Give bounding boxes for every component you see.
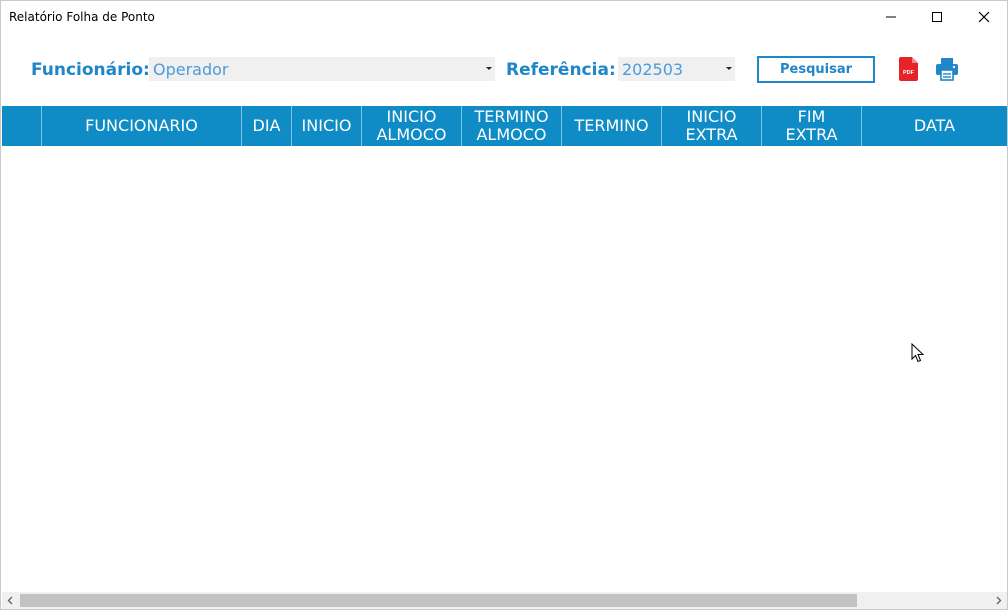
maximize-icon bbox=[932, 12, 942, 22]
referencia-label: Referência: bbox=[506, 60, 616, 80]
close-icon bbox=[978, 11, 990, 23]
column-header-termino[interactable]: TERMINO bbox=[562, 106, 662, 146]
referencia-value: 202503 bbox=[622, 60, 684, 79]
column-header-inicio-almoco[interactable]: INICIO ALMOCO bbox=[362, 106, 462, 146]
minimize-icon bbox=[886, 16, 896, 18]
column-header-row-selector[interactable] bbox=[2, 106, 42, 146]
column-header-dia[interactable]: DIA bbox=[242, 106, 292, 146]
funcionario-select[interactable]: Operador bbox=[149, 57, 495, 81]
column-header-data[interactable]: DATA bbox=[862, 106, 1007, 146]
funcionario-label: Funcionário: bbox=[31, 60, 150, 80]
title-bar[interactable]: Relatório Folha de Ponto bbox=[1, 1, 1007, 32]
grid-body[interactable] bbox=[2, 146, 1007, 592]
scroll-left-button[interactable] bbox=[2, 592, 19, 609]
grid-header: FUNCIONARIO DIA INICIO INICIO ALMOCO TER… bbox=[2, 106, 1007, 146]
report-window: Relatório Folha de Ponto Funcionário: Op… bbox=[0, 0, 1008, 610]
column-header-inicio-extra[interactable]: INICIO EXTRA bbox=[662, 106, 762, 146]
pdf-icon-text: PDF bbox=[903, 70, 915, 76]
referencia-select[interactable]: 202503 bbox=[618, 57, 735, 81]
scroll-thumb[interactable] bbox=[20, 594, 857, 607]
column-header-fim-extra[interactable]: FIM EXTRA bbox=[762, 106, 862, 146]
printer-icon[interactable] bbox=[935, 57, 959, 81]
minimize-button[interactable] bbox=[868, 1, 914, 32]
chevron-left-icon bbox=[7, 596, 13, 605]
chevron-right-icon bbox=[996, 596, 1002, 605]
pdf-icon[interactable]: PDF bbox=[899, 57, 919, 81]
search-button[interactable]: Pesquisar bbox=[757, 56, 875, 83]
chevron-down-icon[interactable] bbox=[726, 67, 732, 70]
scroll-right-button[interactable] bbox=[990, 592, 1007, 609]
window-title: Relatório Folha de Ponto bbox=[9, 10, 155, 24]
maximize-button[interactable] bbox=[914, 1, 960, 32]
close-button[interactable] bbox=[961, 1, 1007, 32]
column-header-funcionario[interactable]: FUNCIONARIO bbox=[42, 106, 242, 146]
funcionario-value: Operador bbox=[153, 60, 229, 79]
column-header-inicio[interactable]: INICIO bbox=[292, 106, 362, 146]
column-header-termino-almoco[interactable]: TERMINO ALMOCO bbox=[462, 106, 562, 146]
chevron-down-icon[interactable] bbox=[486, 67, 492, 70]
mouse-cursor-icon bbox=[911, 343, 925, 363]
horizontal-scrollbar[interactable] bbox=[2, 592, 1007, 609]
